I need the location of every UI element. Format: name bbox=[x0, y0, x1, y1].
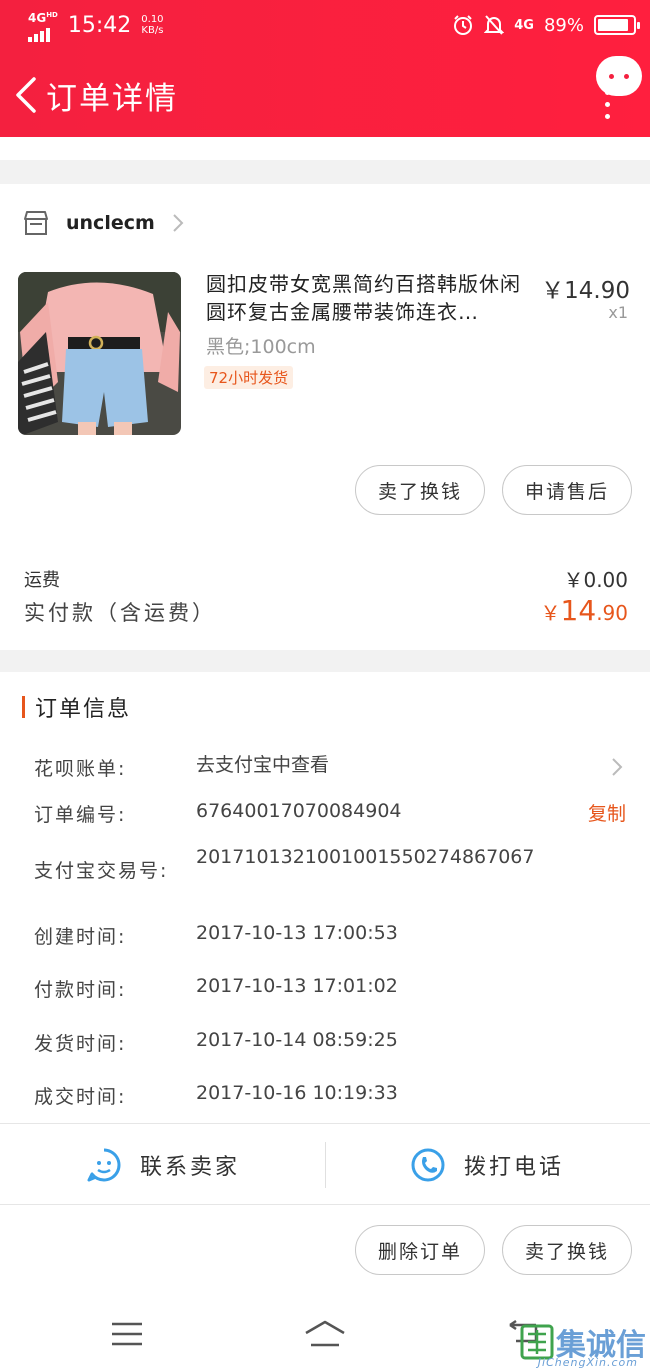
delete-order-button[interactable]: 删除订单 bbox=[355, 1225, 485, 1275]
product-title[interactable]: 圆扣皮带女宽黑简约百搭韩版休闲圆环复古金属腰带装饰连衣… bbox=[206, 270, 532, 326]
message-icon[interactable] bbox=[596, 56, 642, 96]
top-strip bbox=[0, 137, 650, 160]
chevron-right-icon bbox=[173, 214, 184, 232]
product-image[interactable] bbox=[18, 272, 181, 435]
battery-icon bbox=[594, 15, 640, 35]
contact-seller-button[interactable]: 联系卖家 bbox=[86, 1124, 240, 1206]
mute-icon bbox=[484, 15, 505, 35]
store-icon bbox=[24, 211, 48, 235]
shipping-fee-value: ￥0.00 bbox=[563, 568, 628, 592]
paid-amount-label: 实付款（含运费） bbox=[24, 601, 216, 625]
product-price: ￥14.90 bbox=[541, 278, 630, 304]
shipping-tag: 72小时发货 bbox=[204, 366, 294, 389]
clock: 15:42 bbox=[67, 12, 132, 38]
shop-name: unclecm bbox=[66, 212, 155, 234]
logo-icon bbox=[520, 1324, 554, 1360]
product-quantity: x1 bbox=[608, 303, 628, 322]
shop-link[interactable]: unclecm bbox=[22, 205, 185, 241]
home-icon[interactable] bbox=[303, 1319, 347, 1349]
sell-button[interactable]: 卖了换钱 bbox=[355, 465, 485, 515]
alarm-icon bbox=[454, 15, 473, 35]
more-options-icon[interactable] bbox=[605, 90, 610, 119]
copy-order-number-button[interactable]: 复制 bbox=[588, 799, 626, 826]
contact-bar: 联系卖家 拨打电话 bbox=[0, 1123, 650, 1205]
product-sku: 黑色;100cm bbox=[206, 336, 316, 358]
chevron-right-icon bbox=[612, 758, 623, 776]
sell-for-cash-button[interactable]: 卖了换钱 bbox=[502, 1225, 632, 1275]
phone-icon bbox=[411, 1148, 445, 1182]
app-header: 4GHD 15:42 0.10 KB/s 4G 89% 订单详情 bbox=[0, 0, 650, 137]
signal-icon bbox=[28, 24, 50, 42]
watermark-url: JiChengXin.com bbox=[537, 1356, 638, 1369]
order-info-title: 订单信息 bbox=[22, 694, 131, 722]
battery-percent: 89% bbox=[543, 14, 584, 36]
network-indicator: 4GHD bbox=[28, 9, 58, 42]
call-phone-button[interactable]: 拨打电话 bbox=[410, 1124, 564, 1206]
menu-icon[interactable] bbox=[110, 1321, 144, 1347]
divider bbox=[325, 1142, 326, 1188]
nav-bar: 订单详情 bbox=[0, 56, 650, 120]
paid-amount-value: ￥14.90 bbox=[540, 594, 628, 627]
chat-face-icon bbox=[87, 1148, 121, 1182]
status-bar: 4GHD 15:42 0.10 KB/s 4G 89% bbox=[28, 8, 640, 42]
after-sale-button[interactable]: 申请售后 bbox=[502, 465, 632, 515]
net-speed: 0.10 KB/s bbox=[141, 14, 164, 36]
back-arrow-icon[interactable] bbox=[12, 75, 42, 115]
page-title: 订单详情 bbox=[46, 81, 178, 117]
network-type-label: 4G bbox=[514, 17, 534, 33]
shipping-fee-label: 运费 bbox=[24, 570, 60, 591]
